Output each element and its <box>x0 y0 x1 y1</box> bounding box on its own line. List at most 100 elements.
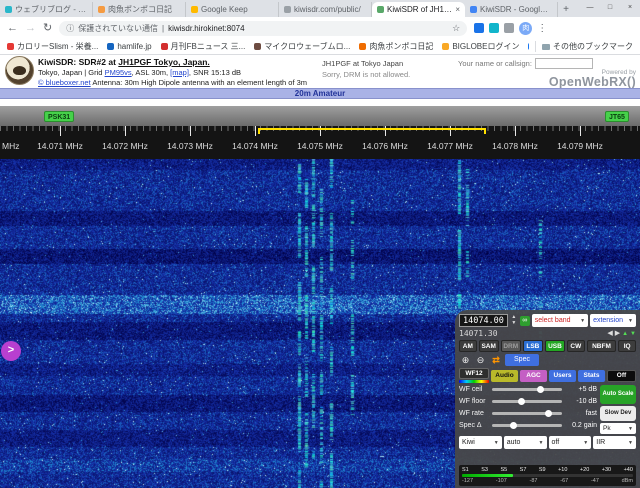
slider-knob[interactable] <box>510 422 517 429</box>
mode-cw-button[interactable]: CW <box>566 340 585 352</box>
minimize-button[interactable]: — <box>580 0 600 15</box>
wf-floor-slider[interactable] <box>492 398 562 405</box>
close-button[interactable]: × <box>620 0 640 15</box>
freq-label: 14.079 MHz <box>557 141 603 151</box>
select-band-dropdown[interactable]: select band ▼ <box>531 314 589 327</box>
agc-tab-button[interactable]: AGC <box>520 369 547 382</box>
mode-iq-button[interactable]: IQ <box>618 340 636 352</box>
zoom-out-icon[interactable]: ⊖ <box>474 354 487 366</box>
mode-drm-button[interactable]: DRM <box>500 340 521 352</box>
panel-buttons-row: WF12 Audio AGC Users Stats Off <box>459 368 636 383</box>
audio-tab-button[interactable]: Audio <box>491 369 518 382</box>
colormap-dropdown[interactable]: Kiwi ▼ <box>459 436 502 449</box>
slow-dev-button[interactable]: Slow Dev <box>600 406 636 421</box>
auto-scale-button[interactable]: Auto Scale <box>600 385 636 404</box>
menu-icon[interactable]: ⋮ <box>537 23 547 34</box>
bookmark-item[interactable]: 肉魚ポンポコ日記 <box>359 41 433 52</box>
interpolation-dropdown[interactable]: off ▼ <box>548 436 592 449</box>
link-icon[interactable]: ∞ <box>519 315 530 326</box>
slider-knob[interactable] <box>518 398 526 405</box>
callsign-input[interactable] <box>534 58 593 69</box>
wf-aperture-button[interactable]: WF12 <box>459 368 489 379</box>
extension-icon[interactable] <box>474 23 485 33</box>
tab-close-icon[interactable]: × <box>455 5 460 14</box>
station-title-link[interactable]: JH1PGF Tokyo, Japan. <box>118 57 209 67</box>
bookmark-item[interactable]: Facebook <box>528 41 529 52</box>
filter-dropdown[interactable]: IIR ▼ <box>593 436 636 449</box>
tab-weblyblog[interactable]: ウェブリブログ - 無料で... <box>0 2 93 17</box>
open-left-panel-button[interactable]: > <box>1 341 21 361</box>
wf-rate-row: WF rate fast <box>459 409 597 418</box>
pan-icon[interactable]: ⇄ <box>489 355 503 366</box>
zoom-in-icon[interactable]: ⊕ <box>459 354 472 366</box>
bookmark-favicon <box>107 43 115 50</box>
users-tab-button[interactable]: Users <box>549 369 576 382</box>
other-bookmarks[interactable]: その他のブックマーク <box>535 41 633 52</box>
bookmark-label: 月刊FBニュース 三... <box>170 42 246 51</box>
band-label-strip[interactable]: PSK31 JT65 <box>0 106 640 126</box>
passband-up-icon[interactable]: ▲ <box>622 331 628 337</box>
tab-strip: ウェブリブログ - 無料で... 肉魚ポンポコ日記 Google Keep ki… <box>0 0 640 17</box>
page-right-icon[interactable]: ▶ <box>615 330 620 337</box>
bookmark-label: マイクロウェーブムロ... <box>264 42 351 51</box>
mode-usb-button[interactable]: USB <box>544 340 565 352</box>
major-tick <box>580 126 581 136</box>
wf-floor-label: WF floor <box>459 398 486 405</box>
s-meter-tick: S1 <box>462 467 469 473</box>
owner-link[interactable]: © blueboxer.net <box>38 78 91 87</box>
extension-dropdown[interactable]: extension ▼ <box>590 314 636 327</box>
s-meter-tick: S3 <box>481 467 488 473</box>
omnibox[interactable]: ⓘ 保護されていない通信 | kiwisdr.hirokinet:8074 ☆ <box>59 20 468 36</box>
forward-icon[interactable]: → <box>25 22 36 34</box>
reload-icon[interactable]: ↻ <box>43 22 52 34</box>
freq-step-down-icon[interactable]: ▼ <box>510 321 518 326</box>
info-icon[interactable]: ⓘ <box>66 23 74 34</box>
tab-favicon <box>377 6 384 13</box>
band-chip-psk31[interactable]: PSK31 <box>44 111 75 122</box>
stats-tab-button[interactable]: Stats <box>578 369 605 382</box>
aperture-dropdown[interactable]: auto ▼ <box>503 436 547 449</box>
wf-ceil-slider[interactable] <box>492 386 562 393</box>
passband-down-icon[interactable]: ▼ <box>630 331 636 337</box>
extension-icon[interactable] <box>489 23 500 33</box>
bookmark-item[interactable]: カロリーSlism - 栄養... <box>7 41 98 52</box>
slider-knob[interactable] <box>545 410 552 417</box>
pk-dropdown[interactable]: Pk ▼ <box>600 423 636 434</box>
tab-kiwisdr-active[interactable]: KiwiSDR of JH1PGF T...× <box>372 2 465 17</box>
chevron-down-icon: ▼ <box>628 425 633 432</box>
wf-ceil-label: WF ceil <box>459 386 483 393</box>
new-tab-button[interactable]: + <box>558 2 574 17</box>
frequency-scale[interactable]: MHz 14.071 MHz 14.072 MHz 14.073 MHz 14.… <box>0 126 640 159</box>
spec-button[interactable]: Spec <box>505 354 539 366</box>
tab-google-keep[interactable]: Google Keep <box>186 2 279 17</box>
bookmark-item[interactable]: hamlife.jp <box>107 41 152 52</box>
band-bar[interactable]: 20m Amateur <box>0 88 640 99</box>
mode-nbfm-button[interactable]: NBFM <box>586 340 617 352</box>
extension-icon[interactable] <box>504 23 515 33</box>
frequency-input[interactable]: 14074.00 <box>459 314 508 327</box>
bookmark-item[interactable]: BIGLOBEログイン <box>442 41 519 52</box>
off-tab-button[interactable]: Off <box>607 369 636 382</box>
profile-avatar[interactable]: 肉 <box>519 21 533 35</box>
tab-label: KiwiSDR - Google 検索 <box>480 5 552 14</box>
maximize-button[interactable]: □ <box>600 0 620 15</box>
mode-am-button[interactable]: AM <box>459 340 477 352</box>
bookmark-item[interactable]: マイクロウェーブムロ... <box>254 41 350 52</box>
mode-lsb-button[interactable]: LSB <box>522 340 543 352</box>
tab-google-search[interactable]: KiwiSDR - Google 検索 <box>465 2 558 17</box>
back-icon[interactable]: ← <box>7 22 18 34</box>
wf-rate-slider[interactable] <box>492 410 562 417</box>
slider-knob[interactable] <box>536 386 544 393</box>
tab-ponpoko-diary[interactable]: 肉魚ポンポコ日記 <box>93 2 186 17</box>
tab-kiwisdr-public[interactable]: kiwisdr.com/public/ <box>279 2 372 17</box>
bookmark-item[interactable]: 月刊FBニュース 三... <box>160 41 246 52</box>
map-link[interactable]: [map] <box>170 68 189 77</box>
bookmark-star-icon[interactable]: ☆ <box>452 23 460 34</box>
passband-row: 14071.30 ◀ ▶ ▲ ▼ <box>459 329 636 338</box>
mode-sam-button[interactable]: SAM <box>478 340 499 352</box>
bookmark-favicon <box>442 43 450 50</box>
grid-link[interactable]: PM95vs <box>105 68 132 77</box>
page-left-icon[interactable]: ◀ <box>607 330 612 337</box>
spec-delta-slider[interactable] <box>492 422 562 429</box>
band-chip-jt65[interactable]: JT65 <box>605 111 629 122</box>
